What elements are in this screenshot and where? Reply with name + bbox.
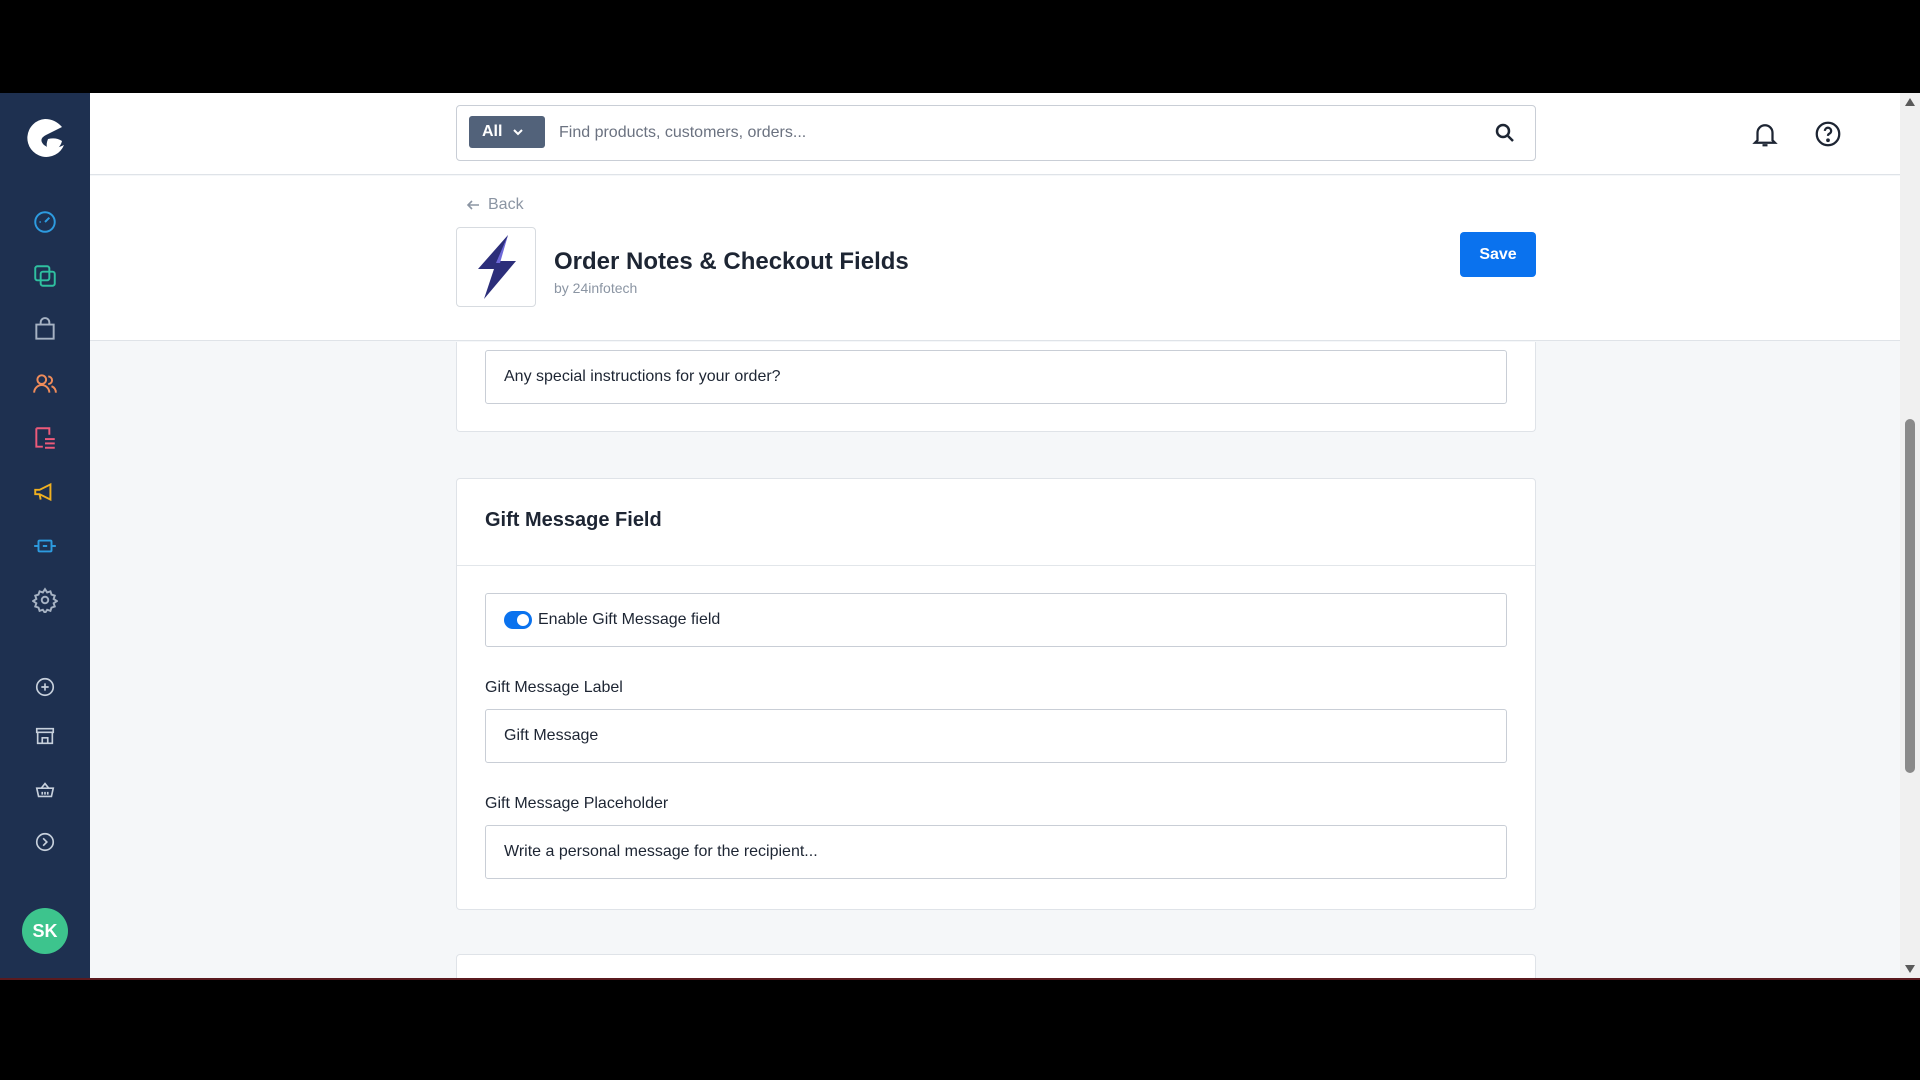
toggle-label: Enable Gift Message field <box>538 611 721 628</box>
user-avatar[interactable]: SK <box>22 908 68 954</box>
gift-message-placeholder-field[interactable] <box>485 825 1507 879</box>
search-scope-label: All <box>482 123 503 140</box>
search-scope-dropdown[interactable]: All <box>469 116 545 148</box>
order-notes-card <box>456 342 1536 432</box>
global-search: All <box>456 105 1536 161</box>
app-logo <box>456 227 536 307</box>
app-author: by 24infotech <box>554 280 638 296</box>
letterbox-bottom <box>0 980 1920 1080</box>
catalogues-icon[interactable] <box>30 261 60 291</box>
orders-icon[interactable] <box>30 315 60 345</box>
headless-icon[interactable] <box>30 775 60 805</box>
lightning-icon <box>478 235 516 299</box>
bell-icon[interactable] <box>1750 119 1780 149</box>
arrow-left-icon <box>466 200 479 210</box>
shopware-logo[interactable] <box>22 115 68 161</box>
order-notes-placeholder-field[interactable] <box>485 350 1507 404</box>
gift-message-toggle[interactable] <box>504 611 532 629</box>
sidebar: SK <box>0 93 90 978</box>
help-icon[interactable] <box>1813 119 1843 149</box>
storefront-icon[interactable] <box>30 721 60 751</box>
scroll-down-arrow[interactable] <box>1904 964 1916 974</box>
page-scrollbar[interactable] <box>1900 93 1920 978</box>
gift-message-label-title: Gift Message Label <box>485 679 623 696</box>
top-bar: All <box>90 93 1900 175</box>
gift-message-card: Gift Message Field Enable Gift Message f… <box>456 478 1536 910</box>
gift-message-placeholder-title: Gift Message Placeholder <box>485 795 669 812</box>
save-button[interactable]: Save <box>1460 232 1536 277</box>
search-input[interactable] <box>559 120 1459 146</box>
gift-message-label-field[interactable] <box>485 709 1507 763</box>
back-link-label: Back <box>488 196 524 213</box>
gift-message-toggle-row: Enable Gift Message field <box>485 593 1507 647</box>
dashboard-icon[interactable] <box>30 207 60 237</box>
customers-icon[interactable] <box>30 369 60 399</box>
next-card <box>456 954 1536 978</box>
extension-header: Back Order Notes & Checkout Fields by 24… <box>90 176 1900 341</box>
back-link[interactable]: Back <box>466 196 524 214</box>
page-title: Order Notes & Checkout Fields <box>554 248 909 275</box>
divider <box>457 565 1535 566</box>
marketing-icon[interactable] <box>30 477 60 507</box>
more-icon[interactable] <box>30 827 60 857</box>
admin-app: SK All Back Order Notes & Checkout Field… <box>0 93 1920 978</box>
content-icon[interactable] <box>30 423 60 453</box>
extensions-icon[interactable] <box>30 531 60 561</box>
card-title: Gift Message Field <box>485 509 662 531</box>
scroll-up-arrow[interactable] <box>1904 97 1916 107</box>
scroll-thumb[interactable] <box>1905 419 1915 773</box>
chevron-down-icon <box>513 129 524 136</box>
letterbox-top <box>0 0 1920 93</box>
settings-icon[interactable] <box>30 585 60 615</box>
add-sales-channel-icon[interactable] <box>30 672 60 702</box>
main-content: Gift Message Field Enable Gift Message f… <box>90 342 1900 978</box>
search-icon[interactable] <box>1493 121 1517 145</box>
